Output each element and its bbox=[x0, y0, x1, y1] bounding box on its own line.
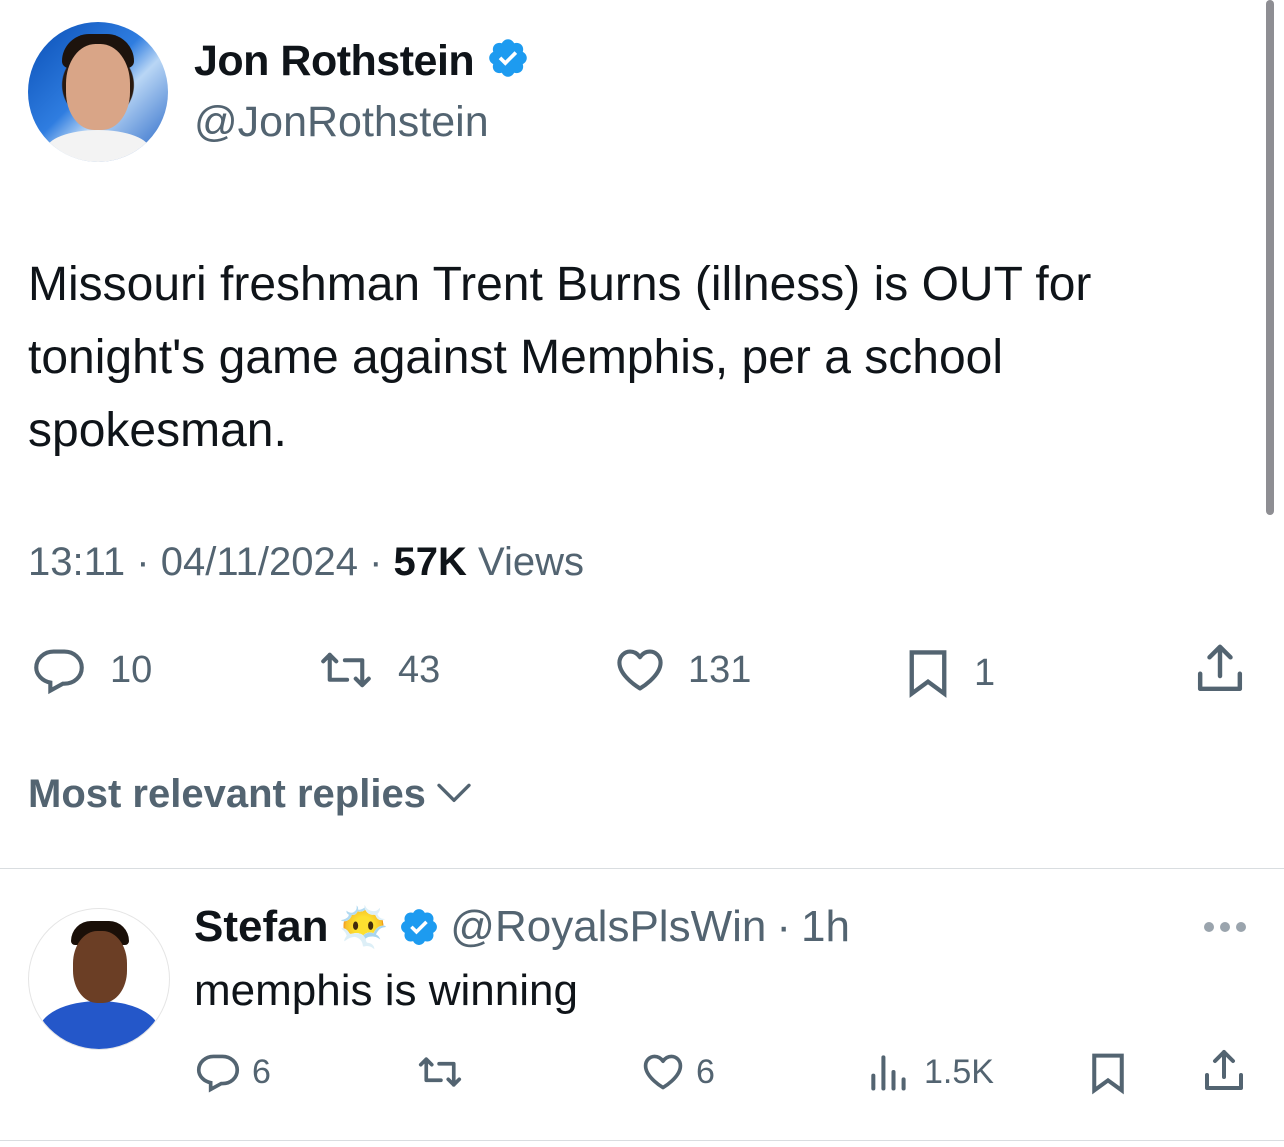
reply-icon bbox=[194, 1050, 242, 1094]
divider bbox=[0, 1140, 1284, 1141]
reply-author-handle[interactable]: @RoyalsPlsWin bbox=[450, 902, 766, 952]
meta-separator: · bbox=[776, 902, 792, 951]
reply-icon bbox=[28, 644, 90, 696]
tweet-date[interactable]: 04/11/2024 bbox=[161, 540, 358, 584]
author-name[interactable]: Jon Rothstein bbox=[194, 37, 475, 85]
bookmark-count: 1 bbox=[974, 651, 996, 694]
tweet-meta: 13:11 · 04/11/2024 · 57K Views bbox=[28, 540, 584, 585]
reply-bookmark-button[interactable] bbox=[1086, 1048, 1130, 1098]
reply-author-avatar[interactable] bbox=[28, 908, 170, 1050]
like-count: 6 bbox=[696, 1052, 715, 1091]
tweet-text: Missouri freshman Trent Burns (illness) … bbox=[28, 258, 1092, 457]
like-icon bbox=[640, 1050, 686, 1094]
meta-separator: · bbox=[369, 540, 383, 584]
bookmark-icon bbox=[1086, 1048, 1130, 1098]
reply-like-button[interactable]: 6 bbox=[640, 1050, 715, 1094]
reply-age[interactable]: 1h bbox=[801, 902, 850, 952]
like-count: 131 bbox=[688, 648, 752, 691]
chevron-down-icon bbox=[434, 772, 474, 817]
author-emoji: 😶‍🌫️ bbox=[338, 905, 389, 950]
retweet-count: 43 bbox=[398, 648, 441, 691]
author-name-row[interactable]: Jon Rothstein bbox=[194, 36, 530, 91]
meta-separator: · bbox=[136, 540, 150, 584]
views-icon bbox=[866, 1050, 910, 1094]
views-count: 57K bbox=[393, 540, 467, 584]
retweet-button[interactable]: 43 bbox=[314, 644, 440, 696]
share-button[interactable] bbox=[1192, 640, 1248, 698]
more-icon[interactable] bbox=[1204, 922, 1246, 932]
reply-button[interactable]: 10 bbox=[28, 644, 152, 696]
like-icon bbox=[612, 644, 668, 696]
retweet-icon bbox=[414, 1050, 466, 1094]
divider bbox=[0, 868, 1284, 869]
views-label: Views bbox=[478, 540, 585, 584]
share-icon bbox=[1192, 640, 1248, 698]
like-button[interactable]: 131 bbox=[612, 644, 751, 696]
retweet-icon bbox=[314, 644, 378, 696]
tweet-time[interactable]: 13:11 bbox=[28, 540, 125, 584]
scrollbar[interactable] bbox=[1266, 0, 1274, 515]
verified-badge-icon bbox=[486, 36, 530, 91]
reply-text: memphis is winning bbox=[194, 966, 578, 1015]
bookmark-button[interactable]: 1 bbox=[902, 644, 995, 702]
share-icon bbox=[1200, 1046, 1248, 1096]
reply-retweet-button[interactable] bbox=[414, 1050, 466, 1094]
reply-count: 10 bbox=[110, 648, 153, 691]
reply-count: 6 bbox=[252, 1052, 271, 1091]
verified-badge-icon bbox=[398, 906, 440, 948]
reply-author-name[interactable]: Stefan bbox=[194, 902, 328, 952]
replies-sort-label: Most relevant replies bbox=[28, 772, 426, 816]
views-count: 1.5K bbox=[924, 1052, 994, 1091]
bookmark-icon bbox=[902, 644, 954, 702]
replies-sort-dropdown[interactable]: Most relevant replies bbox=[28, 772, 474, 817]
reply-share-button[interactable] bbox=[1200, 1046, 1248, 1096]
author-avatar[interactable] bbox=[28, 22, 168, 162]
reply-views-button[interactable]: 1.5K bbox=[866, 1050, 994, 1094]
reply-header: Stefan 😶‍🌫️ @RoyalsPlsWin · 1h bbox=[194, 902, 850, 952]
author-handle[interactable]: @JonRothstein bbox=[194, 98, 489, 147]
reply-reply-button[interactable]: 6 bbox=[194, 1050, 271, 1094]
